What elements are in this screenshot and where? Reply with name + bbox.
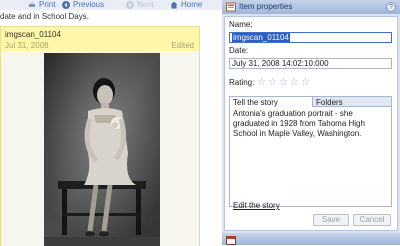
story-text[interactable]: Antonia's graduation portrait - she grad… xyxy=(229,107,392,207)
photo-title: imgscan_01104 xyxy=(5,30,61,39)
home-button[interactable]: Home xyxy=(170,0,202,10)
properties-form: Name: imgscan_01104 Date: July 31, 2008 … xyxy=(224,16,398,231)
properties-icon xyxy=(226,2,236,12)
print-button[interactable]: Print xyxy=(28,0,55,10)
name-field[interactable]: imgscan_01104 xyxy=(229,32,392,43)
tab-tell-the-story[interactable]: Tell the story xyxy=(229,96,313,107)
help-button[interactable]: ? xyxy=(386,2,396,12)
cancel-button[interactable]: Cancel xyxy=(353,214,391,226)
print-icon xyxy=(29,2,35,7)
star-icon[interactable]: ☆ xyxy=(290,78,299,88)
star-icon[interactable]: ☆ xyxy=(268,78,277,88)
description-text: date and in School Days. xyxy=(0,12,89,21)
next-icon xyxy=(126,1,134,9)
star-icon[interactable]: ☆ xyxy=(257,78,266,88)
star-icon[interactable]: ☆ xyxy=(301,78,310,88)
name-value: imgscan_01104 xyxy=(232,33,290,42)
date-field[interactable]: July 31, 2008 14:02:10:000 xyxy=(229,58,392,69)
photo-frame xyxy=(1,51,199,246)
print-label: Print xyxy=(39,0,56,9)
edit-story-link[interactable]: Edit the story xyxy=(233,201,280,210)
previous-button[interactable]: Previous xyxy=(62,0,104,10)
calendar-icon xyxy=(226,236,236,245)
previous-label: Previous xyxy=(73,0,105,9)
name-label: Name: xyxy=(229,20,253,29)
photo-date: Jul 31, 2008 xyxy=(5,41,49,50)
photo-card[interactable]: imgscan_01104 Jul 31, 2008 Edited xyxy=(0,26,200,246)
photo-card-header: imgscan_01104 Jul 31, 2008 Edited xyxy=(1,27,199,51)
next-button[interactable]: Next xyxy=(126,0,153,10)
date-label: Date: xyxy=(229,46,249,55)
home-icon xyxy=(170,1,178,9)
photo-toolbar: Print Previous Next Home xyxy=(0,0,222,10)
panel-title: Item properties xyxy=(239,2,293,11)
portrait-photo[interactable] xyxy=(44,53,160,246)
rating-label: Rating: xyxy=(229,78,255,87)
item-properties-panel: Item properties ? Name: imgscan_01104 Da… xyxy=(222,0,400,245)
save-button[interactable]: Save xyxy=(313,214,349,226)
panel-header: Item properties ? xyxy=(222,0,400,14)
next-label: Next xyxy=(137,0,154,9)
rating-stars[interactable]: ☆ ☆ ☆ ☆ ☆ xyxy=(257,78,310,88)
star-icon[interactable]: ☆ xyxy=(279,78,288,88)
previous-icon xyxy=(62,1,70,9)
home-label: Home xyxy=(181,0,203,9)
collapsed-panel-header[interactable] xyxy=(222,233,400,245)
tab-folders[interactable]: Folders xyxy=(312,96,392,107)
edited-status: Edited xyxy=(171,41,194,50)
